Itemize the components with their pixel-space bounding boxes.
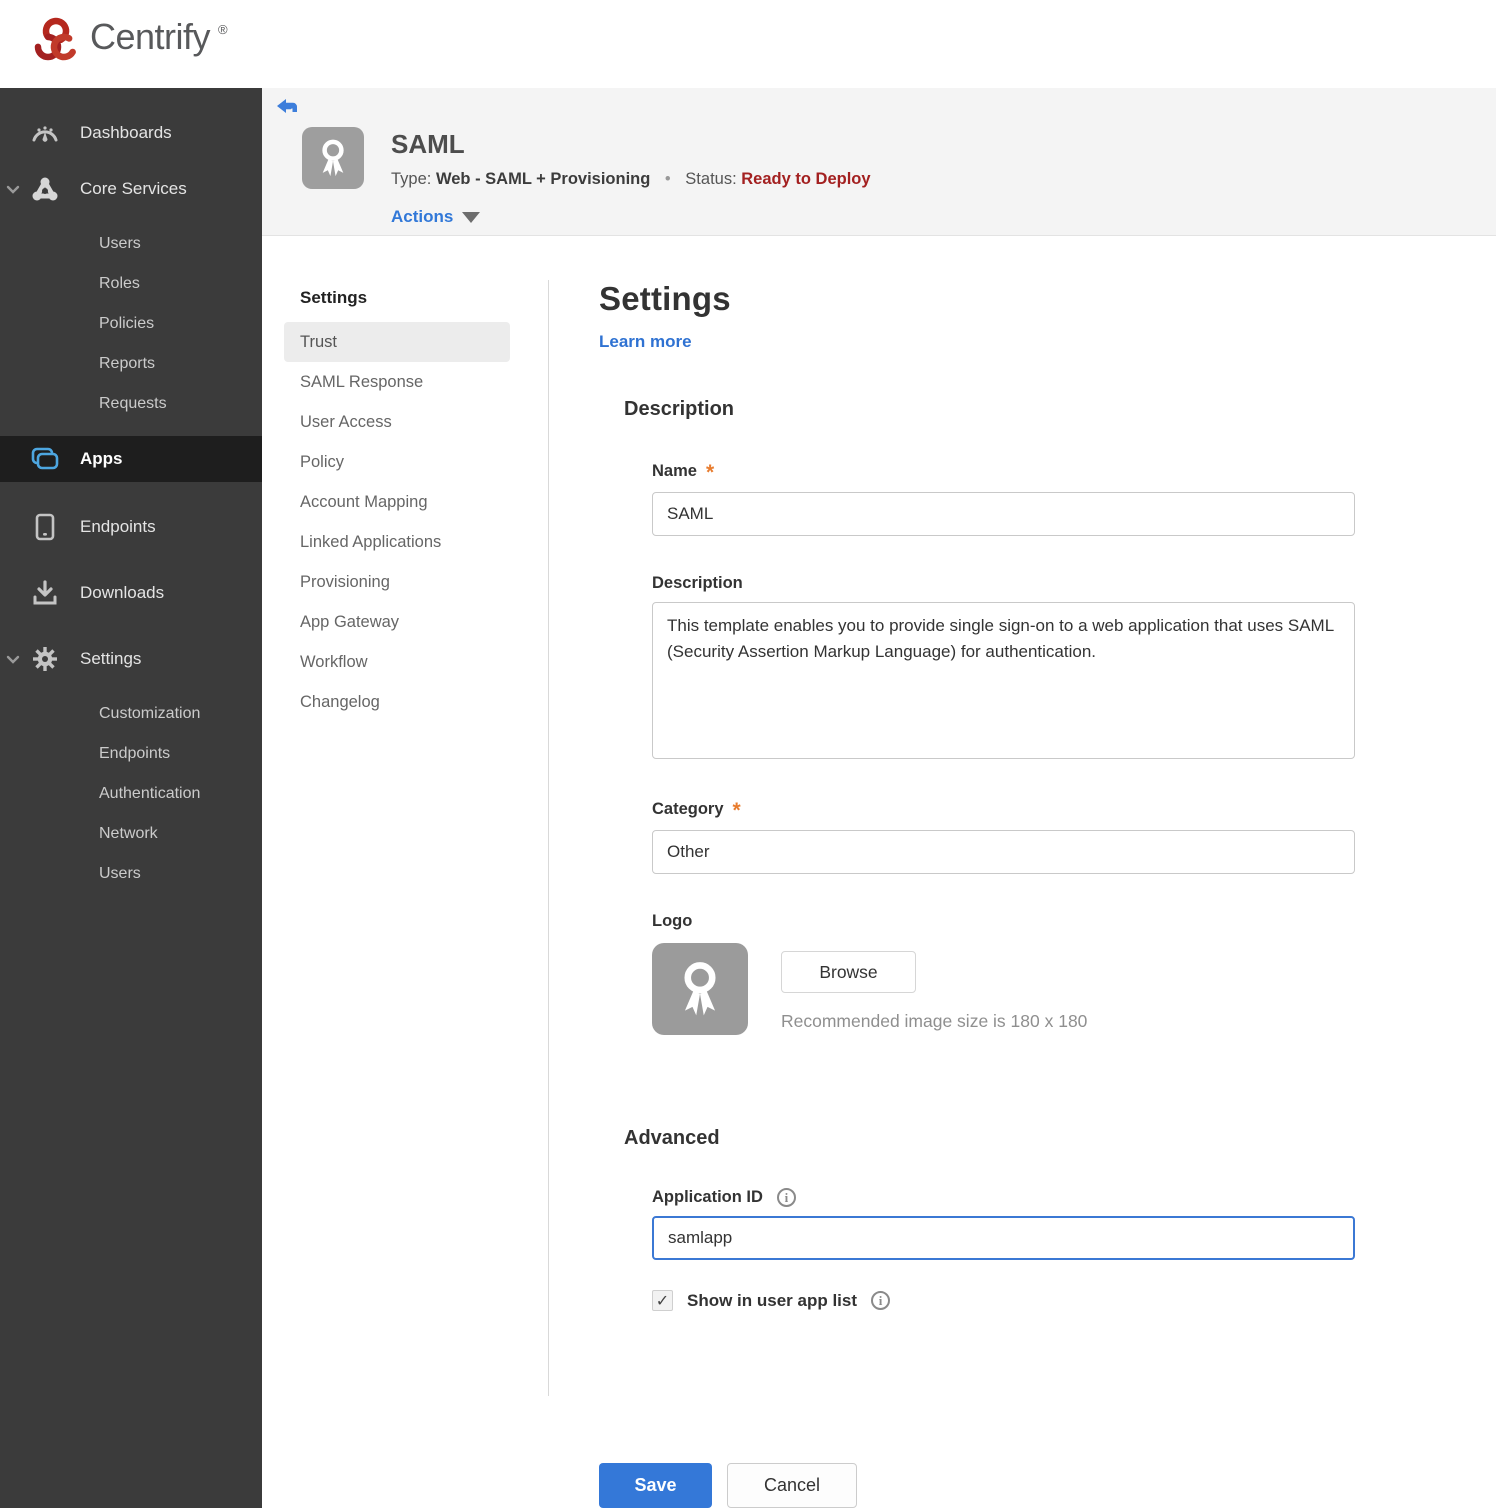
app-meta-line: Type: Web - SAML + Provisioning • Status… bbox=[391, 170, 871, 189]
sidebar-item-label: Downloads bbox=[80, 583, 165, 602]
name-label: Name bbox=[652, 461, 697, 480]
device-icon bbox=[30, 513, 60, 541]
subnav-header: Settings bbox=[300, 288, 368, 307]
settings-submenu: Customization Endpoints Authentication N… bbox=[0, 694, 262, 894]
core-services-icon bbox=[30, 176, 60, 202]
core-services-submenu: Users Roles Policies Reports Requests bbox=[0, 224, 262, 424]
subnav-item-user-access[interactable]: User Access bbox=[284, 402, 510, 442]
brand-name: Centrify bbox=[90, 15, 211, 57]
apps-icon bbox=[30, 447, 60, 471]
actions-label: Actions bbox=[391, 207, 454, 226]
download-icon bbox=[30, 580, 60, 606]
category-field[interactable] bbox=[652, 830, 1355, 874]
app-icon bbox=[302, 127, 364, 189]
sidebar-item-users-settings[interactable]: Users bbox=[0, 854, 262, 894]
app-page-header: SAML Type: Web - SAML + Provisioning • S… bbox=[262, 88, 1496, 236]
sidebar-item-endpoints[interactable]: Endpoints bbox=[0, 506, 262, 548]
subnav-item-provisioning[interactable]: Provisioning bbox=[284, 562, 510, 602]
status-value: Ready to Deploy bbox=[741, 170, 871, 188]
app-settings-subnav: Settings Trust SAML Response User Access… bbox=[262, 280, 549, 1396]
sidebar-item-endpoints-settings[interactable]: Endpoints bbox=[0, 734, 262, 774]
sidebar-item-policies[interactable]: Policies bbox=[0, 304, 262, 344]
info-icon[interactable] bbox=[871, 1291, 891, 1310]
show-in-user-app-list-checkbox[interactable] bbox=[652, 1290, 673, 1311]
chevron-down-icon[interactable] bbox=[6, 182, 20, 196]
save-button[interactable]: Save bbox=[599, 1463, 712, 1508]
sidebar-item-network[interactable]: Network bbox=[0, 814, 262, 854]
sidebar-item-authentication[interactable]: Authentication bbox=[0, 774, 262, 814]
gear-icon bbox=[30, 645, 60, 673]
chevron-down-icon[interactable] bbox=[6, 652, 20, 666]
actions-dropdown[interactable]: Actions bbox=[391, 207, 871, 227]
logo-size-hint: Recommended image size is 180 x 180 bbox=[781, 1011, 1088, 1031]
sidebar-item-label: Settings bbox=[80, 649, 142, 668]
back-arrow-icon[interactable] bbox=[276, 98, 298, 116]
show-in-user-app-list-label: Show in user app list bbox=[687, 1290, 858, 1310]
sidebar-item-roles[interactable]: Roles bbox=[0, 264, 262, 304]
description-field[interactable]: This template enables you to provide sin… bbox=[652, 602, 1355, 759]
subnav-item-linked-applications[interactable]: Linked Applications bbox=[284, 522, 510, 562]
sidebar-item-label: Endpoints bbox=[80, 517, 156, 536]
app-title: SAML bbox=[391, 129, 465, 159]
name-field[interactable] bbox=[652, 492, 1355, 536]
sidebar-item-core-services[interactable]: Core Services bbox=[0, 168, 262, 210]
sidebar-item-reports[interactable]: Reports bbox=[0, 344, 262, 384]
status-label: Status: bbox=[685, 170, 737, 188]
sidebar-item-customization[interactable]: Customization bbox=[0, 694, 262, 734]
subnav-item-policy[interactable]: Policy bbox=[284, 442, 510, 482]
name-label-row: Name * bbox=[652, 459, 1496, 484]
subnav-item-trust[interactable]: Trust bbox=[284, 322, 510, 362]
required-marker: * bbox=[732, 799, 741, 822]
meta-separator: • bbox=[664, 170, 671, 188]
category-label-row: Category * bbox=[652, 797, 1496, 822]
required-marker: * bbox=[705, 461, 715, 484]
sidebar-item-dashboards[interactable]: Dashboards bbox=[0, 112, 262, 154]
info-icon[interactable] bbox=[776, 1188, 796, 1207]
learn-more-link[interactable]: Learn more bbox=[599, 332, 692, 352]
advanced-section-heading: Advanced bbox=[624, 1127, 720, 1149]
gauge-icon bbox=[30, 122, 60, 144]
sidebar-item-downloads[interactable]: Downloads bbox=[0, 572, 262, 614]
description-section-heading: Description bbox=[624, 398, 735, 420]
sidebar-item-apps[interactable]: Apps bbox=[0, 436, 262, 482]
sidebar-item-label: Dashboards bbox=[80, 123, 172, 142]
sidebar-item-users[interactable]: Users bbox=[0, 224, 262, 264]
sidebar-item-requests[interactable]: Requests bbox=[0, 384, 262, 424]
sidebar-item-label: Core Services bbox=[80, 179, 187, 198]
description-label-row: Description bbox=[652, 574, 1496, 593]
browse-button[interactable]: Browse bbox=[781, 951, 916, 993]
content-area: SAML Type: Web - SAML + Provisioning • S… bbox=[262, 88, 1496, 1508]
type-label: Type: bbox=[391, 170, 432, 188]
subnav-item-app-gateway[interactable]: App Gateway bbox=[284, 602, 510, 642]
application-id-label: Application ID bbox=[652, 1188, 763, 1206]
sidebar-item-settings[interactable]: Settings bbox=[0, 638, 262, 680]
cancel-button[interactable]: Cancel bbox=[727, 1463, 857, 1508]
subnav-item-saml-response[interactable]: SAML Response bbox=[284, 362, 510, 402]
subnav-item-workflow[interactable]: Workflow bbox=[284, 642, 510, 682]
application-id-field[interactable] bbox=[652, 1216, 1355, 1260]
logo-label: Logo bbox=[652, 912, 693, 930]
caret-down-icon bbox=[462, 211, 481, 223]
application-id-label-row: Application ID bbox=[652, 1188, 1496, 1207]
category-label: Category bbox=[652, 799, 724, 818]
top-bar: Centrify ® bbox=[0, 0, 1496, 88]
sidebar-item-label: Apps bbox=[80, 449, 123, 468]
centrify-swirl-icon bbox=[30, 16, 82, 73]
page-title: Settings bbox=[599, 280, 731, 317]
logo-label-row: Logo bbox=[652, 912, 1496, 931]
brand-logo: Centrify ® bbox=[30, 16, 228, 73]
type-value: Web - SAML + Provisioning bbox=[435, 170, 651, 188]
show-in-user-app-list-row: Show in user app list bbox=[652, 1290, 1496, 1311]
sidebar: Dashboards Core Services Users Roles Pol… bbox=[0, 88, 262, 1508]
description-label: Description bbox=[652, 574, 743, 592]
subnav-item-account-mapping[interactable]: Account Mapping bbox=[284, 482, 510, 522]
settings-form: Settings Learn more Description Name * D… bbox=[549, 280, 1496, 1508]
subnav-item-changelog[interactable]: Changelog bbox=[284, 682, 510, 722]
form-actions: Save Cancel bbox=[599, 1463, 1496, 1508]
brand-trademark: ® bbox=[218, 21, 228, 37]
app-logo-preview bbox=[652, 943, 748, 1035]
